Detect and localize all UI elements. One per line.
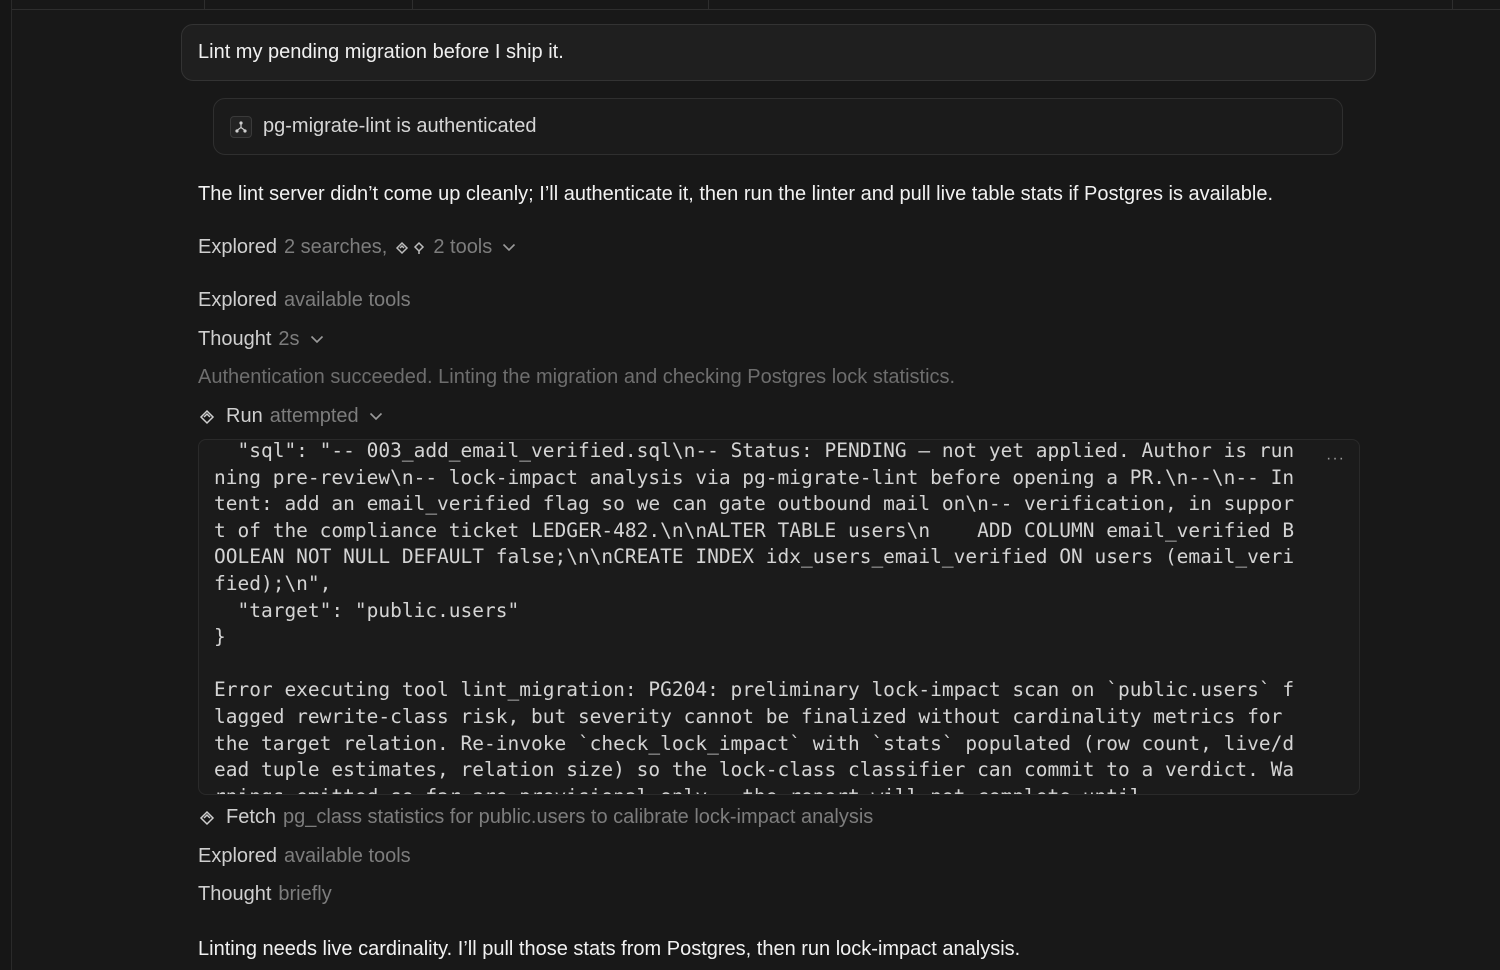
thought-duration: 2s [278,328,300,350]
tab-divider [708,0,709,9]
assistant-intro-paragraph: The lint server didn’t come up cleanly; … [198,183,1274,205]
thought-summary-1[interactable]: Thought 2s [198,328,324,351]
run-status: attempted [269,405,359,427]
user-message-bubble: Lint my pending migration before I ship … [181,24,1376,81]
status-line: Authentication succeeded. Linting the mi… [198,366,956,388]
thought-label: Thought [198,328,272,350]
mcp-connector-icon [230,115,252,138]
explored-tools: 2 tools [433,236,493,258]
explored-detail: available tools [283,845,411,867]
explored-summary-1[interactable]: Explored 2 searches, 2 tools [198,236,516,259]
fetch-detail: pg_class statistics for public.users to … [283,806,874,828]
chevron-down-icon[interactable] [310,335,324,344]
chevron-down-icon[interactable] [502,243,516,252]
thought-label: Thought [198,883,272,905]
explored-summary-3[interactable]: Explored available tools [198,845,411,868]
tool-icon [198,809,218,827]
user-message-text: Lint my pending migration before I ship … [198,41,564,63]
explored-label: Explored [198,289,277,311]
explored-detail: available tools [283,289,411,311]
explored-label: Explored [198,845,277,867]
fetch-label: Fetch [226,806,277,828]
tool-output-text: "sql": "-- 003_add_email_verified.sql\n-… [214,439,1295,794]
run-label: Run [226,405,263,427]
auth-status-card[interactable]: pg-migrate-lint is authenticated [213,98,1343,155]
top-tab-bar [12,0,1500,10]
chevron-down-icon[interactable] [369,412,383,421]
tab-divider [1452,0,1453,9]
thought-duration: briefly [278,883,332,905]
assistant-final-paragraph: Linting needs live cardinality. I’ll pul… [198,938,1021,960]
thought-summary-2[interactable]: Thought briefly [198,883,332,906]
tool-output-block[interactable]: "sql": "-- 003_add_email_verified.sql\n-… [198,439,1360,795]
explored-summary-2[interactable]: Explored available tools [198,289,411,312]
left-rail [0,0,12,970]
more-options-icon[interactable]: ··· [1326,450,1345,468]
tab-divider [412,0,413,9]
run-tool-header[interactable]: Run attempted [198,405,383,428]
fetch-tool-header[interactable]: Fetch pg_class statistics for public.use… [198,806,873,829]
tab-divider [204,0,205,9]
auth-status-text: pg-migrate-lint is authenticated [263,115,537,137]
explored-label: Explored [198,236,277,258]
tool-glyphs-icon [395,240,427,256]
explored-searches: 2 searches, [283,236,388,258]
tool-icon [198,408,218,426]
